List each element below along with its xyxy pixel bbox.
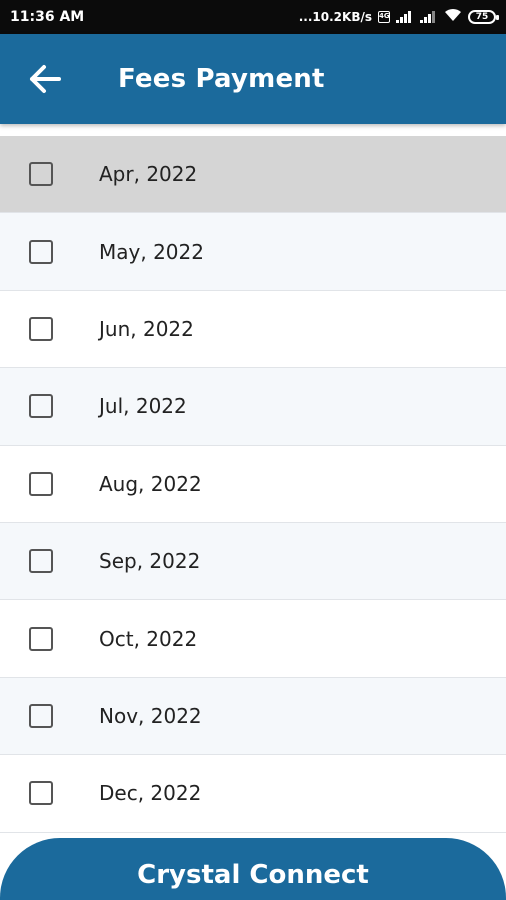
month-label: Apr, 2022 xyxy=(99,162,198,187)
volte-icon: 4G xyxy=(378,11,390,23)
page-title: Fees Payment xyxy=(118,64,325,94)
month-row[interactable]: May, 2022 xyxy=(0,213,506,291)
status-bar: 11:36 AM ...10.2KB/s 4G 75 xyxy=(0,0,506,34)
month-row[interactable]: Oct, 2022 xyxy=(0,600,506,678)
month-label: Aug, 2022 xyxy=(99,471,202,496)
month-checkbox[interactable] xyxy=(29,549,53,574)
app-bar: Fees Payment xyxy=(0,34,506,124)
month-row[interactable]: Sep, 2022 xyxy=(0,522,506,601)
month-list: Apr, 2022 May, 2022 Jun, 2022 Jul, 2022 … xyxy=(0,136,506,833)
arrow-left-icon xyxy=(30,65,61,93)
month-checkbox[interactable] xyxy=(29,781,53,806)
crystal-connect-button[interactable]: Crystal Connect xyxy=(0,838,506,900)
month-checkbox[interactable] xyxy=(29,703,53,728)
month-checkbox[interactable] xyxy=(29,394,53,419)
month-label: Dec, 2022 xyxy=(99,781,202,806)
month-checkbox[interactable] xyxy=(29,316,53,341)
month-row[interactable]: Nov, 2022 xyxy=(0,677,506,756)
status-time: 11:36 AM xyxy=(10,9,85,25)
status-icons: ...10.2KB/s 4G 75 xyxy=(298,8,499,26)
back-button[interactable] xyxy=(0,34,90,124)
footer-label: Crystal Connect xyxy=(137,860,369,890)
month-label: Nov, 2022 xyxy=(99,703,202,728)
month-row[interactable]: Apr, 2022 xyxy=(0,136,506,214)
battery-icon: 75 xyxy=(468,10,499,24)
wifi-icon xyxy=(444,8,462,26)
network-speed: ...10.2KB/s xyxy=(298,10,372,24)
month-checkbox[interactable] xyxy=(29,626,53,651)
month-label: Jul, 2022 xyxy=(99,394,187,419)
signal-icon-1 xyxy=(396,11,414,23)
month-label: Sep, 2022 xyxy=(99,549,201,574)
month-row[interactable]: Jul, 2022 xyxy=(0,368,506,446)
signal-icon-2 xyxy=(420,11,438,23)
month-checkbox[interactable] xyxy=(29,162,53,187)
month-row[interactable]: Aug, 2022 xyxy=(0,446,506,523)
month-label: Jun, 2022 xyxy=(99,316,194,341)
month-checkbox[interactable] xyxy=(29,239,53,264)
month-row[interactable]: Jun, 2022 xyxy=(0,291,506,369)
month-checkbox[interactable] xyxy=(29,471,53,496)
month-label: May, 2022 xyxy=(99,239,204,264)
month-row[interactable]: Dec, 2022 xyxy=(0,755,506,833)
month-label: Oct, 2022 xyxy=(99,626,198,651)
